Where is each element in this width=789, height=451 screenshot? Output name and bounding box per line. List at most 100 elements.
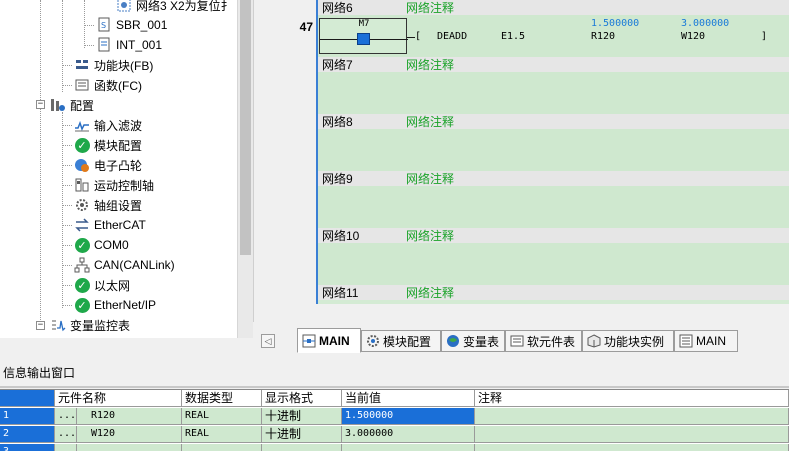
instruction-operand-3[interactable]: W120 (681, 31, 705, 42)
contact-element[interactable]: M7 (319, 18, 408, 54)
tree-item-label: 功能块(FB) (94, 58, 154, 73)
motion-axis-icon (74, 177, 90, 193)
tab-variable-table[interactable]: 变量表 (441, 330, 505, 352)
pane-splitter[interactable] (253, 0, 261, 338)
tree-guide-line (62, 285, 72, 286)
cell-format[interactable]: 十进制 (262, 426, 342, 443)
cell-name[interactable]: W120 (77, 426, 182, 443)
row-browse-button[interactable] (55, 444, 77, 451)
cell-type[interactable]: REAL (182, 408, 262, 425)
cell-comment[interactable] (475, 426, 789, 443)
config-folder-icon (50, 97, 66, 113)
network-comment[interactable]: 网络注释 (406, 0, 454, 16)
row-index[interactable]: 3 (0, 444, 55, 451)
cell-value[interactable]: 1.500000 (342, 408, 475, 425)
collapse-monitor-button[interactable]: − (36, 321, 45, 330)
ladder-editor[interactable]: 网络6 网络注释 47 M7 [ DEADD E1.5 1.500000 R12… (261, 0, 789, 304)
table-row[interactable]: 1 ... R120 REAL 十进制 1.500000 (0, 408, 789, 425)
tab-scroll-left-icon[interactable]: ◁ (261, 334, 275, 348)
tree-item-function[interactable]: 函数(FC) (74, 76, 142, 94)
collapse-config-button[interactable]: − (36, 100, 45, 109)
network-title[interactable]: 网络10 网络注释 (318, 228, 789, 243)
cell-value[interactable] (342, 444, 475, 451)
network-comment[interactable]: 网络注释 (406, 56, 454, 73)
cell-comment[interactable] (475, 444, 789, 451)
network-title[interactable]: 网络9 网络注释 (318, 171, 789, 186)
row-index[interactable]: 1 (0, 408, 55, 425)
tab-module-config[interactable]: 模块配置 (361, 330, 441, 352)
tab-label: MAIN (696, 334, 726, 348)
column-header-type[interactable]: 数据类型 (182, 390, 262, 407)
network-title[interactable]: 网络11 网络注释 (318, 285, 789, 300)
row-index[interactable]: 2 (0, 426, 55, 443)
rung-area[interactable] (318, 129, 789, 171)
tree-item-network3[interactable]: 网络3 X2为复位扌 (116, 0, 233, 14)
project-tree[interactable]: − − 网络3 X2为复位扌 S SBR_001 INT_001 功能块(FB)… (0, 0, 253, 338)
tree-scrollbar-thumb[interactable] (240, 0, 251, 255)
column-header-value[interactable]: 当前值 (342, 390, 475, 407)
tree-guide-line (62, 85, 72, 86)
tree-item-config[interactable]: 配置 (50, 96, 94, 114)
check-icon: ✓ (74, 277, 90, 293)
column-header-comment[interactable]: 注释 (475, 390, 789, 407)
column-header-name[interactable]: 元件名称 (55, 390, 182, 407)
rung-area[interactable] (318, 72, 789, 114)
tree-item-can[interactable]: CAN(CANLink) (74, 256, 175, 274)
monitor-grid[interactable]: 元件名称 数据类型 显示格式 当前值 注释 1 ... R120 REAL 十进… (0, 389, 789, 451)
tab-fb-instance[interactable]: 功能块实例 (582, 330, 674, 352)
tree-guide-line (62, 185, 72, 186)
rung-area[interactable] (318, 186, 789, 228)
tree-guide-line (84, 45, 94, 46)
tree-item-function-block[interactable]: 功能块(FB) (74, 56, 153, 74)
tree-item-ethernet[interactable]: ✓ 以太网 (74, 276, 130, 294)
tab-main-list[interactable]: MAIN (674, 330, 738, 352)
instruction-name[interactable]: DEADD (437, 31, 467, 42)
grid-header-row: 元件名称 数据类型 显示格式 当前值 注释 (0, 390, 789, 407)
network-comment[interactable]: 网络注释 (406, 113, 454, 130)
instruction-operand-2[interactable]: R120 (591, 31, 615, 42)
instruction-operand-1[interactable]: E1.5 (501, 31, 525, 42)
network-comment[interactable]: 网络注释 (406, 227, 454, 244)
tree-item-label: 以太网 (94, 278, 131, 293)
tree-item-sbr001[interactable]: S SBR_001 (96, 16, 167, 34)
table-row[interactable]: 3 (0, 444, 789, 451)
cell-format[interactable] (262, 444, 342, 451)
module-config-icon (366, 334, 380, 348)
tree-item-monitor-table[interactable]: 变量监控表 (50, 316, 130, 334)
operand-2-value: 1.500000 (591, 18, 640, 29)
tree-item-int001[interactable]: INT_001 (96, 36, 162, 54)
variable-table-icon (446, 334, 460, 348)
tree-item-label: EtherCAT (94, 218, 146, 232)
cell-type[interactable] (182, 444, 262, 451)
table-row[interactable]: 2 ... W120 REAL 十进制 3.000000 (0, 426, 789, 443)
cell-name[interactable]: R120 (77, 408, 182, 425)
network-title[interactable]: 网络8 网络注释 (318, 114, 789, 129)
tree-item-ethernet-ip[interactable]: ✓ EtherNet/IP (74, 296, 156, 314)
column-header-format[interactable]: 显示格式 (262, 390, 342, 407)
network-title[interactable]: 网络7 网络注释 (318, 57, 789, 72)
cell-value[interactable]: 3.000000 (342, 426, 475, 443)
cell-type[interactable]: REAL (182, 426, 262, 443)
network-comment[interactable]: 网络注释 (406, 284, 454, 301)
tree-item-electronic-cam[interactable]: 电子凸轮 (74, 156, 142, 174)
network-title[interactable]: 网络6 网络注释 (318, 0, 789, 15)
tree-item-module-config[interactable]: ✓ 模块配置 (74, 136, 142, 154)
tree-item-axis-group[interactable]: 轴组设置 (74, 196, 142, 214)
cell-name[interactable] (77, 444, 182, 451)
tree-item-com0[interactable]: ✓ COM0 (74, 236, 129, 254)
row-browse-button[interactable]: ... (55, 426, 77, 443)
tree-scrollbar[interactable] (237, 0, 253, 338)
output-divider[interactable] (0, 386, 789, 388)
rung-area[interactable] (318, 243, 789, 285)
tab-main-ladder[interactable]: MAIN (297, 328, 361, 353)
cell-comment[interactable] (475, 408, 789, 425)
tree-item-motion-axis[interactable]: 运动控制轴 (74, 176, 154, 194)
grid-corner[interactable] (0, 390, 55, 407)
cell-format[interactable]: 十进制 (262, 408, 342, 425)
network-comment[interactable]: 网络注释 (406, 170, 454, 187)
tab-device-table[interactable]: 软元件表 (505, 330, 582, 352)
tree-guide-line (62, 145, 72, 146)
tree-item-ethercat[interactable]: EtherCAT (74, 216, 146, 234)
tree-item-input-filter[interactable]: 输入滤波 (74, 116, 142, 134)
row-browse-button[interactable]: ... (55, 408, 77, 425)
